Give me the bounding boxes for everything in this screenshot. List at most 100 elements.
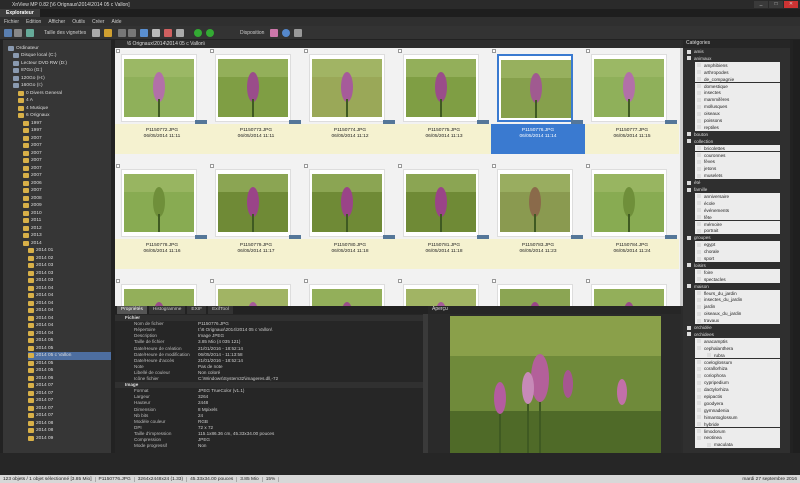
menu-edition[interactable]: Edition <box>26 19 41 25</box>
thumbnail-cell[interactable]: P1150784.JPG 06/05/2014 11:24 <box>585 163 679 273</box>
thumbnail-checkbox[interactable] <box>304 164 308 168</box>
category-checkbox[interactable] <box>687 325 691 330</box>
thumbnail-checkbox[interactable] <box>586 164 590 168</box>
category-checkbox[interactable] <box>687 49 691 54</box>
tab-exif[interactable]: EXIF <box>187 306 207 314</box>
thumbnail-checkbox[interactable] <box>586 279 590 283</box>
category-checkbox[interactable] <box>697 222 701 226</box>
category-checkbox[interactable] <box>697 159 701 164</box>
thumbnail-cell[interactable]: P1150776.JPG 06/05/2014 11:14 <box>491 48 585 158</box>
category-checkbox[interactable] <box>697 360 701 364</box>
category-checkbox[interactable] <box>697 422 701 427</box>
tree-item[interactable]: 2014 09 <box>28 434 111 442</box>
thumbnail-checkbox[interactable] <box>492 49 496 53</box>
thumbnail-cell[interactable]: P1150775.JPG 06/05/2014 11:13 <box>397 48 491 158</box>
properties-section[interactable]: Fichier <box>115 315 423 321</box>
category-checkbox[interactable] <box>697 208 701 213</box>
thumbnail-checkbox[interactable] <box>398 49 402 53</box>
tab-exiftool[interactable]: ExifTool <box>208 306 233 314</box>
tab-explorateur[interactable]: Explorateur <box>0 9 40 17</box>
thumbnail-cell[interactable]: P1150779.JPG 06/05/2014 11:17 <box>209 163 303 273</box>
category-checkbox[interactable] <box>697 125 701 130</box>
category-checkbox[interactable] <box>697 215 701 220</box>
thumbnail-cell[interactable]: P1150777.JPG 06/05/2014 11:15 <box>585 48 679 158</box>
list-icon[interactable] <box>14 29 22 37</box>
category-checkbox[interactable] <box>697 63 701 68</box>
category-checkbox[interactable] <box>697 394 701 399</box>
menu-outils[interactable]: Outils <box>72 19 85 25</box>
rotate-left-icon[interactable] <box>194 29 202 37</box>
category-checkbox[interactable] <box>697 70 701 75</box>
category-checkbox[interactable] <box>697 249 701 254</box>
thumbnail-checkbox[interactable] <box>116 164 120 168</box>
category-checkbox[interactable] <box>697 366 701 371</box>
category-checkbox[interactable] <box>697 77 701 82</box>
category-checkbox[interactable] <box>697 380 701 385</box>
category-checkbox[interactable] <box>707 353 711 358</box>
category-checkbox[interactable] <box>697 111 701 116</box>
menu-aide[interactable]: Aide <box>111 19 121 25</box>
thumbnail-checkbox[interactable] <box>398 164 402 168</box>
thumbnail-checkbox[interactable] <box>210 164 214 168</box>
menu-creer[interactable]: Créer <box>92 19 105 25</box>
category-checkbox[interactable] <box>697 311 701 316</box>
tab-proprietes[interactable]: Propriétés <box>117 306 147 314</box>
category-checkbox[interactable] <box>687 263 691 268</box>
path-input[interactable]: \6 Orignaux\2014\2014 05 c Vallon\ <box>127 41 205 47</box>
thumbnail-cell[interactable]: P1150780.JPG 06/05/2014 11:18 <box>303 163 397 273</box>
thumbnail-checkbox[interactable] <box>586 49 590 53</box>
category-checkbox[interactable] <box>697 297 701 302</box>
category-checkbox[interactable] <box>687 332 691 337</box>
thumbnail-cell[interactable] <box>209 278 303 306</box>
thumb-size-label[interactable]: Taille des vignettes <box>44 30 86 36</box>
sort-icon[interactable] <box>118 29 126 37</box>
properties-section[interactable]: Image <box>115 382 423 389</box>
thumbnail-cell[interactable]: P1150773.JPG 06/05/2014 11:11 <box>209 48 303 158</box>
thumbnail-cell[interactable]: P1150778.JPG 06/05/2014 11:16 <box>115 163 209 273</box>
category-checkbox[interactable] <box>697 104 701 109</box>
category-checkbox[interactable] <box>697 435 701 440</box>
tab-histogramme[interactable]: Histogramme <box>148 306 186 314</box>
thumbnail-checkbox[interactable] <box>116 49 120 53</box>
category-checkbox[interactable] <box>697 118 701 123</box>
category-checkbox[interactable] <box>697 242 701 247</box>
fullscreen-icon[interactable] <box>140 29 148 37</box>
category-checkbox[interactable] <box>697 346 701 351</box>
category-checkbox[interactable] <box>697 387 701 392</box>
category-checkbox[interactable] <box>697 373 701 378</box>
category-checkbox[interactable] <box>687 187 691 192</box>
thumbnail-checkbox[interactable] <box>492 279 496 283</box>
minimize-button[interactable]: _ <box>754 1 768 8</box>
home-icon[interactable] <box>4 29 12 37</box>
thumbnail-cell[interactable]: P1150781.JPG 06/05/2014 11:18 <box>397 163 491 273</box>
category-checkbox[interactable] <box>697 256 701 261</box>
thumbnail-checkbox[interactable] <box>210 49 214 53</box>
category-checkbox[interactable] <box>697 408 701 413</box>
thumbnail-cell[interactable] <box>585 278 679 306</box>
category-checkbox[interactable] <box>687 180 691 185</box>
folder-icon[interactable] <box>104 29 112 37</box>
category-checkbox[interactable] <box>697 166 701 171</box>
category-checkbox[interactable] <box>697 270 701 275</box>
rotate-right-icon[interactable] <box>206 29 214 37</box>
category-checkbox[interactable] <box>697 277 701 282</box>
category-checkbox[interactable] <box>697 173 701 178</box>
thumbnail-cell[interactable] <box>115 278 209 306</box>
menu-afficher[interactable]: Afficher <box>48 19 65 25</box>
category-checkbox[interactable] <box>697 146 701 151</box>
thumbnail-checkbox[interactable] <box>304 279 308 283</box>
category-checkbox[interactable] <box>687 56 691 61</box>
thumbnail-checkbox[interactable] <box>116 279 120 283</box>
refresh-icon[interactable] <box>26 29 34 37</box>
thumbnail-checkbox[interactable] <box>398 279 402 283</box>
grid-view-icon[interactable] <box>92 29 100 37</box>
category-checkbox[interactable] <box>697 401 701 406</box>
category-checkbox[interactable] <box>687 284 691 289</box>
category-checkbox[interactable] <box>697 415 701 420</box>
category-checkbox[interactable] <box>697 153 701 157</box>
thumbnail-checkbox[interactable] <box>492 164 496 168</box>
category-checkbox[interactable] <box>697 291 701 295</box>
info-icon[interactable] <box>294 29 302 37</box>
category-checkbox[interactable] <box>687 132 691 137</box>
menu-fichier[interactable]: Fichier <box>4 19 19 25</box>
